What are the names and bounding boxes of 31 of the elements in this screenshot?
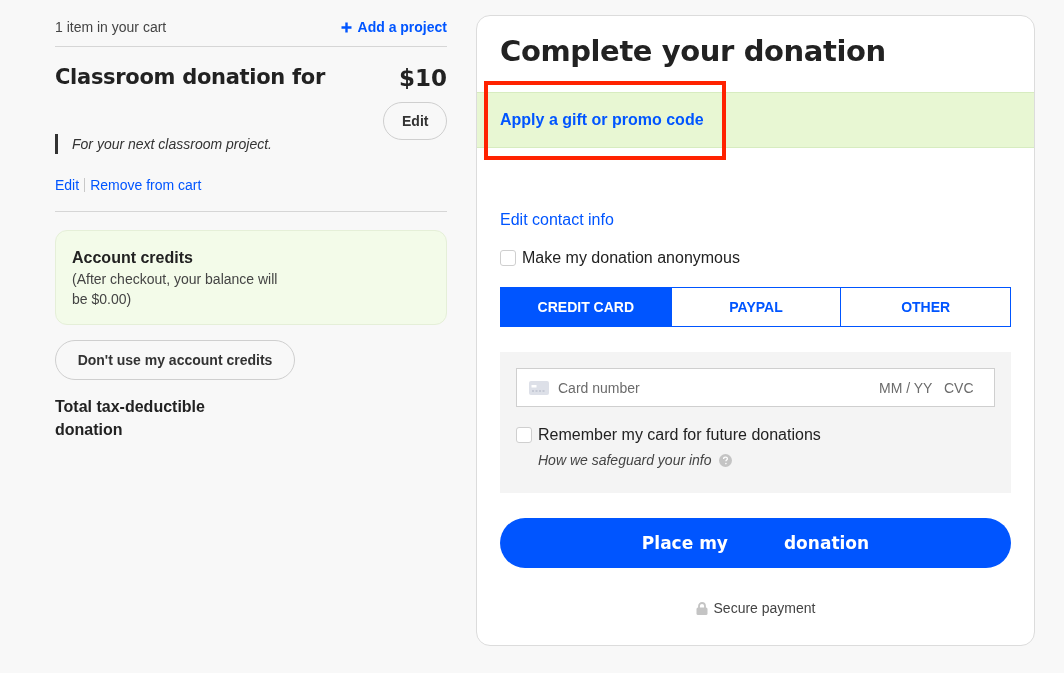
cvc-input[interactable]: CVC — [944, 378, 974, 397]
secure-payment-text: Secure payment — [713, 599, 816, 618]
item-amount: $10 — [399, 64, 447, 93]
anonymous-checkbox[interactable] — [500, 250, 516, 266]
cart-count-text: 1 item in your cart — [55, 18, 167, 37]
add-project-link[interactable]: Add a project — [340, 17, 447, 37]
credits-title: Account credits — [72, 248, 194, 268]
skip-credits-button[interactable]: Don't use my account credits — [55, 340, 295, 380]
expiry-input[interactable]: MM / YY — [879, 378, 935, 397]
help-icon — [718, 453, 732, 467]
card-number-input[interactable]: Card number — [558, 378, 870, 397]
promo-link[interactable]: Apply a gift or promo code — [500, 109, 704, 131]
checkout-title: Complete your donation — [499, 33, 887, 70]
edit-link[interactable]: Edit — [55, 175, 80, 195]
edit-button[interactable]: Edit — [383, 102, 447, 140]
card-icon — [529, 380, 549, 395]
remember-label: Remember my card for future donations — [538, 425, 821, 445]
remember-checkbox[interactable] — [516, 427, 532, 443]
credits-text: (After checkout, your balance will be $0.00) — [72, 270, 279, 309]
plus-icon — [340, 21, 352, 33]
contact-link[interactable]: Edit contact info — [500, 209, 614, 231]
remove-link[interactable]: Remove from cart — [90, 175, 202, 195]
card-details-field[interactable]: Card number MM / YY CVC — [516, 368, 995, 407]
item-note: For your next classroom project. — [55, 134, 272, 154]
anonymous-label: Make my donation anonymous — [522, 248, 740, 268]
item-title: Classroom donation for — [55, 64, 325, 91]
place-donation-button[interactable]: Place my donation — [500, 518, 1011, 568]
total-label: Total tax-deductible donation — [55, 397, 206, 440]
lock-icon — [695, 601, 708, 615]
payment-tab[interactable]: CREDIT CARD — [501, 288, 671, 326]
safeguard-link[interactable]: How we safeguard your info — [538, 450, 712, 470]
